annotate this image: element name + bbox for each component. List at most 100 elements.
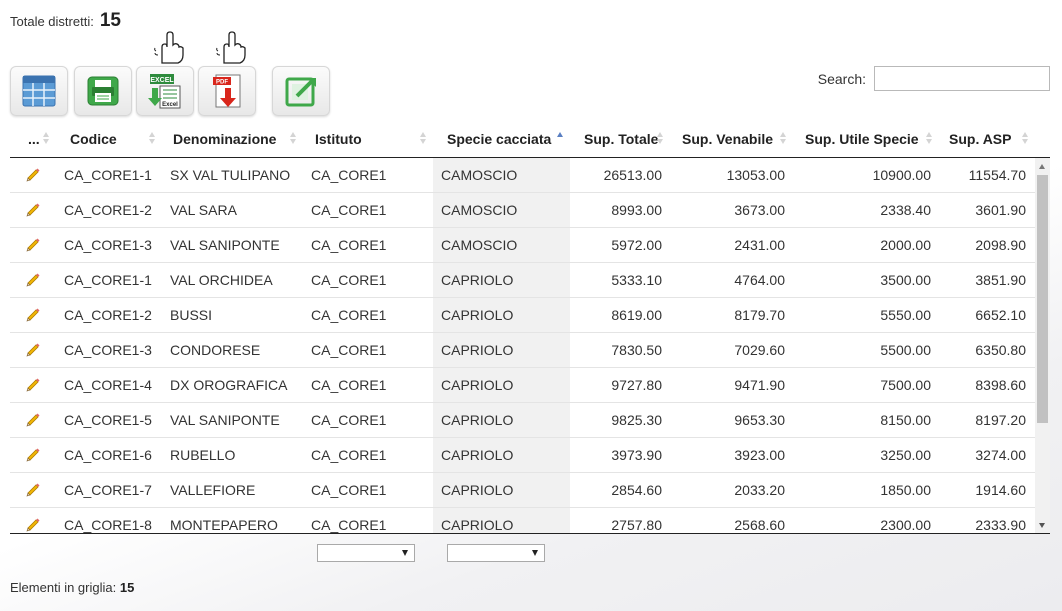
excel-icon: EXCEL Excel: [148, 74, 181, 109]
column-header-sup-asp[interactable]: Sup. ASP: [939, 120, 1049, 157]
edit-export-button[interactable]: [272, 66, 330, 116]
table-row[interactable]: CA_CORE1-4 DX OROGRAFICA CA_CORE1 CAPRIOLO 9…: [10, 368, 1035, 403]
cell-specie: CAPRIOLO: [433, 473, 570, 507]
cell-specie: CAMOSCIO: [433, 193, 570, 227]
table-row[interactable]: CA_CORE1-6 RUBELLO CA_CORE1 CAPRIOLO 3973.90…: [10, 438, 1035, 473]
edit-row-cell[interactable]: [10, 193, 56, 227]
cell-sup-asp: 2098.90: [975, 237, 1026, 253]
cell-denominazione: RUBELLO: [170, 447, 236, 463]
pencil-icon[interactable]: [25, 167, 41, 183]
cell-istituto: CA_CORE1: [311, 482, 387, 498]
cell-istituto: CA_CORE1: [311, 517, 387, 533]
table-row[interactable]: CA_CORE1-1 VAL ORCHIDEA CA_CORE1 CAPRIOLO 53…: [10, 263, 1035, 298]
pdf-export-button[interactable]: PDF: [198, 31, 256, 116]
cell-istituto: CA_CORE1: [311, 342, 387, 358]
cell-sup-totale: 26513.00: [603, 167, 662, 183]
sort-icon: [290, 132, 297, 145]
cell-specie: CAPRIOLO: [433, 438, 570, 472]
edit-row-cell[interactable]: [10, 263, 56, 297]
column-header-specie-cacciata[interactable]: Specie cacciata: [433, 120, 570, 157]
scrollbar-thumb[interactable]: [1037, 175, 1048, 423]
edit-row-cell[interactable]: [10, 333, 56, 367]
edit-row-cell[interactable]: [10, 228, 56, 262]
pencil-icon[interactable]: [25, 342, 41, 358]
cell-codice: CA_CORE1-2: [64, 307, 152, 323]
cell-sup-utile-specie: 2338.40: [880, 202, 931, 218]
table-row[interactable]: CA_CORE1-7 VALLEFIORE CA_CORE1 CAPRIOLO 2854…: [10, 473, 1035, 508]
istituto-filter-select[interactable]: [317, 544, 415, 562]
pencil-icon[interactable]: [25, 272, 41, 288]
cell-specie: CAPRIOLO: [433, 368, 570, 402]
pencil-icon[interactable]: [25, 202, 41, 218]
column-header-denominazione[interactable]: Denominazione: [162, 120, 303, 157]
pdf-badge-text: PDF: [216, 80, 228, 86]
table-row[interactable]: CA_CORE1-8 MONTEPAPERO CA_CORE1 CAPRIOLO 275…: [10, 508, 1035, 533]
sort-icon: [1022, 132, 1029, 145]
pencil-icon[interactable]: [25, 447, 41, 463]
scroll-up-icon[interactable]: [1039, 164, 1045, 169]
cell-sup-utile-specie: 2000.00: [880, 237, 931, 253]
cell-codice: CA_CORE1-5: [64, 412, 152, 428]
search-input[interactable]: [874, 66, 1050, 91]
specie-filter-select[interactable]: [447, 544, 545, 562]
cell-sup-venabile: 2568.60: [734, 517, 785, 533]
edit-row-cell[interactable]: [10, 508, 56, 533]
cell-denominazione: BUSSI: [170, 307, 213, 323]
cell-istituto: CA_CORE1: [311, 447, 387, 463]
cell-sup-venabile: 8179.70: [734, 307, 785, 323]
edit-row-cell[interactable]: [10, 473, 56, 507]
total-districts: Totale distretti: 15: [10, 10, 121, 32]
pencil-icon[interactable]: [25, 412, 41, 428]
cell-sup-utile-specie: 10900.00: [872, 167, 931, 183]
cell-sup-asp: 11554.70: [968, 167, 1026, 183]
pencil-icon[interactable]: [25, 237, 41, 253]
pencil-icon[interactable]: [25, 517, 41, 533]
edit-row-cell[interactable]: [10, 438, 56, 472]
cell-denominazione: DX OROGRAFICA: [170, 377, 288, 393]
cell-sup-totale: 9727.80: [611, 377, 662, 393]
column-header-codice[interactable]: Codice: [56, 120, 162, 157]
grid-count: Elementi in griglia: 15: [10, 580, 134, 595]
table-scrollbar[interactable]: [1035, 158, 1050, 533]
table-row[interactable]: CA_CORE1-2 BUSSI CA_CORE1 CAPRIOLO 8619.00 81…: [10, 298, 1035, 333]
sort-icon: [420, 132, 427, 145]
cell-specie: CAPRIOLO: [433, 298, 570, 332]
column-header-actions[interactable]: ...: [10, 120, 56, 157]
table-row[interactable]: CA_CORE1-5 VAL SANIPONTE CA_CORE1 CAPRIOLO 9…: [10, 403, 1035, 438]
cell-sup-utile-specie: 1850.00: [880, 482, 931, 498]
table-body[interactable]: CA_CORE1-1 SX VAL TULIPANO CA_CORE1 CAMOSCI…: [10, 158, 1050, 534]
cell-sup-totale: 3973.90: [611, 447, 662, 463]
cell-sup-utile-specie: 5500.00: [880, 342, 931, 358]
print-button[interactable]: [74, 66, 132, 116]
cell-sup-venabile: 7029.60: [734, 342, 785, 358]
table-row[interactable]: CA_CORE1-3 VAL SANIPONTE CA_CORE1 CAMOSCIO 5…: [10, 228, 1035, 263]
table-row[interactable]: CA_CORE1-2 VAL SARA CA_CORE1 CAMOSCIO 8993.0…: [10, 193, 1035, 228]
column-header-label: Codice: [70, 130, 117, 147]
column-header-sup-utile-specie[interactable]: Sup. Utile Specie: [793, 120, 939, 157]
pencil-icon[interactable]: [25, 482, 41, 498]
cell-sup-asp: 3274.00: [975, 447, 1026, 463]
cell-istituto: CA_CORE1: [311, 272, 387, 288]
cell-codice: CA_CORE1-3: [64, 237, 152, 253]
column-header-sup-totale[interactable]: Sup. Totale: [570, 120, 670, 157]
cell-sup-venabile: 9653.30: [734, 412, 785, 428]
edit-row-cell[interactable]: [10, 403, 56, 437]
excel-badge-text: EXCEL: [150, 77, 174, 84]
print-icon: [87, 76, 119, 106]
column-header-istituto[interactable]: Istituto: [303, 120, 433, 157]
table-row[interactable]: CA_CORE1-1 SX VAL TULIPANO CA_CORE1 CAMOSCI…: [10, 158, 1035, 193]
edit-row-cell[interactable]: [10, 298, 56, 332]
table-row[interactable]: CA_CORE1-3 CONDORESE CA_CORE1 CAPRIOLO 7830.…: [10, 333, 1035, 368]
pencil-icon[interactable]: [25, 307, 41, 323]
excel-export-button[interactable]: EXCEL Excel: [136, 31, 194, 116]
pencil-icon[interactable]: [25, 377, 41, 393]
table-header: ... Codice Denominazione Istituto Specie…: [10, 120, 1050, 158]
grid-view-button[interactable]: [10, 66, 68, 116]
scroll-down-icon[interactable]: [1039, 523, 1045, 528]
column-header-sup-venabile[interactable]: Sup. Venabile: [670, 120, 793, 157]
edit-row-cell[interactable]: [10, 158, 56, 192]
cell-codice: CA_CORE1-1: [64, 167, 152, 183]
edit-row-cell[interactable]: [10, 368, 56, 402]
cell-specie: CAMOSCIO: [433, 228, 570, 262]
cell-codice: CA_CORE1-2: [64, 202, 152, 218]
